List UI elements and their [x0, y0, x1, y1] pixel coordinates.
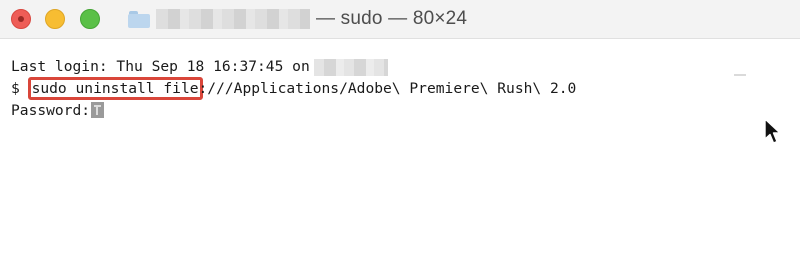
highlighted-command: sudo uninstall file — [27, 77, 203, 100]
window-title-text: — sudo — 80×24 — [316, 8, 468, 29]
divider — [734, 74, 746, 76]
password-prompt: Password: — [11, 102, 91, 119]
key-icon — [91, 102, 105, 118]
password-line: Password: — [11, 102, 105, 120]
close-button[interactable] — [11, 9, 31, 29]
highlighted-command-text: sudo uninstall file — [31, 80, 199, 97]
prompt-symbol: $ — [11, 80, 29, 97]
zoom-button[interactable] — [80, 9, 100, 29]
last-login-line: Last login: Thu Sep 18 16:37:45 on — [11, 58, 388, 76]
terminal-content[interactable]: Last login: Thu Sep 18 16:37:45 on $ sud… — [0, 39, 800, 255]
folder-icon — [128, 10, 150, 28]
mouse-pointer-icon — [764, 118, 781, 144]
command-path: :///Applications/Adobe\ Premiere\ Rush\ … — [198, 80, 577, 97]
minimize-button[interactable] — [45, 9, 65, 29]
window-title: — sudo — 80×24 — [128, 6, 467, 32]
command-line: $ sudo uninstall file:///Applications/Ad… — [11, 77, 577, 100]
terminal-window: — sudo — 80×24 Last login: Thu Sep 18 16… — [0, 0, 800, 255]
redacted-folder-name — [156, 9, 310, 29]
title-bar[interactable]: — sudo — 80×24 — [0, 0, 800, 39]
last-login-text: Last login: Thu Sep 18 16:37:45 on — [11, 58, 310, 75]
redacted-host — [313, 58, 388, 76]
